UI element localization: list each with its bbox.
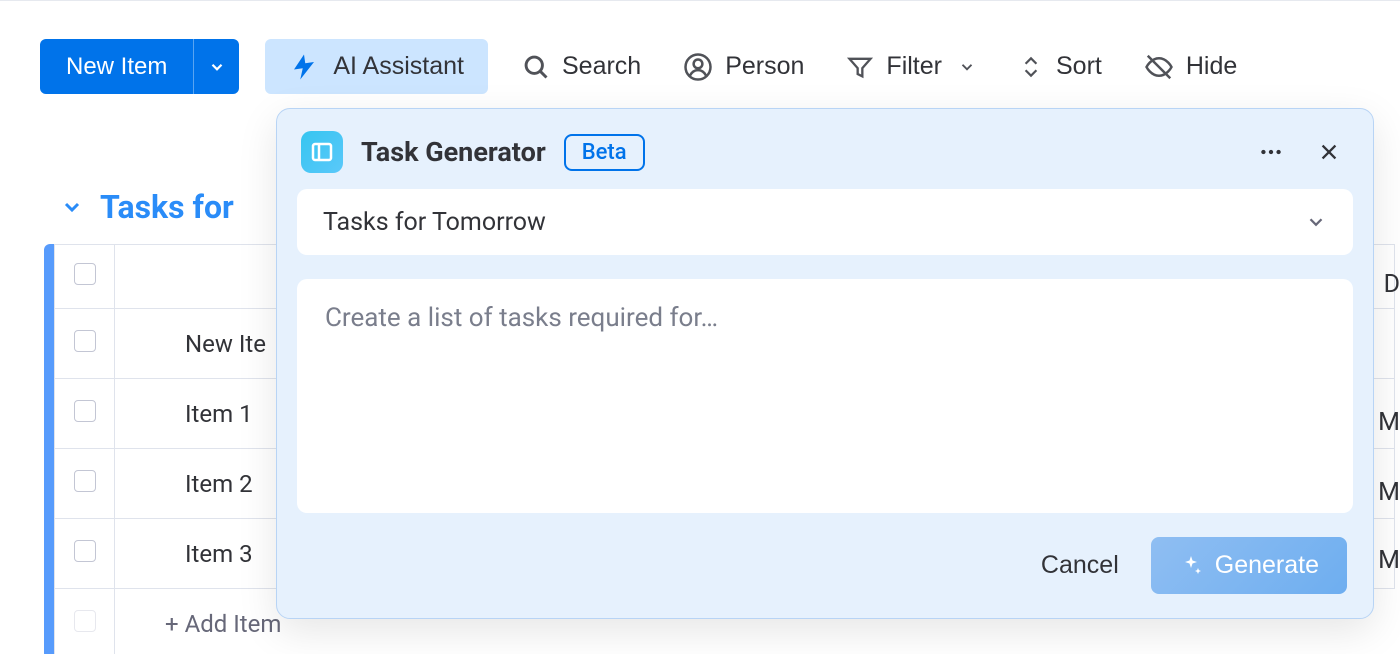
cutoff-letter: M (1378, 546, 1400, 575)
search-label: Search (562, 52, 641, 81)
ai-assistant-button[interactable]: AI Assistant (265, 39, 488, 94)
cutoff-letter: M (1378, 478, 1400, 507)
popover-header: Task Generator Beta (297, 127, 1353, 189)
hide-label: Hide (1186, 52, 1237, 81)
row-checkbox[interactable] (74, 610, 96, 632)
row-checkbox[interactable] (74, 263, 96, 285)
generate-button[interactable]: Generate (1151, 537, 1347, 594)
person-icon (683, 52, 713, 82)
search-button[interactable]: Search (514, 46, 649, 87)
popover-footer: Cancel Generate (297, 513, 1353, 596)
item-name: Item 2 (135, 470, 253, 498)
generate-label: Generate (1215, 551, 1319, 580)
ai-icon (289, 52, 319, 82)
new-item-dropdown[interactable] (193, 39, 239, 94)
cutoff-letter: D (1384, 270, 1400, 299)
person-label: Person (725, 52, 804, 81)
popover-title: Task Generator (361, 136, 546, 168)
hide-button[interactable]: Hide (1136, 46, 1245, 88)
close-button[interactable] (1309, 132, 1349, 172)
more-horizontal-icon (1258, 139, 1284, 165)
chevron-down-icon (60, 195, 84, 219)
sort-button[interactable]: Sort (1010, 46, 1110, 87)
person-button[interactable]: Person (675, 46, 812, 88)
toolbar: New Item AI Assistant Search Person Filt… (0, 0, 1400, 100)
prompt-input[interactable] (323, 301, 1327, 491)
cancel-button[interactable]: Cancel (1035, 550, 1125, 581)
item-name: New Ite (135, 330, 266, 358)
item-name: Item 3 (135, 540, 253, 568)
new-item-group: New Item (40, 39, 239, 94)
prompt-field[interactable] (297, 279, 1353, 513)
row-checkbox[interactable] (74, 470, 96, 492)
row-checkbox[interactable] (74, 330, 96, 352)
close-icon (1318, 141, 1340, 163)
item-name: Item 1 (135, 400, 253, 428)
row-checkbox[interactable] (74, 540, 96, 562)
group-color-bar (44, 244, 54, 654)
task-generator-icon (301, 131, 343, 173)
sort-icon (1018, 54, 1044, 80)
filter-button[interactable]: Filter (838, 46, 984, 87)
chevron-down-icon (1305, 211, 1327, 233)
filter-icon (846, 53, 874, 81)
row-checkbox[interactable] (74, 400, 96, 422)
chevron-down-icon (208, 58, 226, 76)
more-button[interactable] (1251, 132, 1291, 172)
add-item-label: + Add Item (135, 610, 281, 638)
ai-assistant-label: AI Assistant (333, 52, 464, 81)
select-value: Tasks for Tomorrow (323, 208, 546, 237)
sparkle-icon (1179, 554, 1203, 578)
hide-icon (1144, 52, 1174, 82)
sort-label: Sort (1056, 52, 1102, 81)
beta-badge: Beta (564, 134, 645, 171)
task-generator-popover: Task Generator Beta Tasks for Tomorrow C… (276, 108, 1374, 619)
new-item-button[interactable]: New Item (40, 39, 193, 94)
target-group-select[interactable]: Tasks for Tomorrow (297, 189, 1353, 255)
chevron-down-icon (958, 58, 976, 76)
cutoff-letter: M (1378, 408, 1400, 437)
search-icon (522, 53, 550, 81)
filter-label: Filter (886, 52, 942, 81)
group-title: Tasks for (100, 188, 234, 226)
